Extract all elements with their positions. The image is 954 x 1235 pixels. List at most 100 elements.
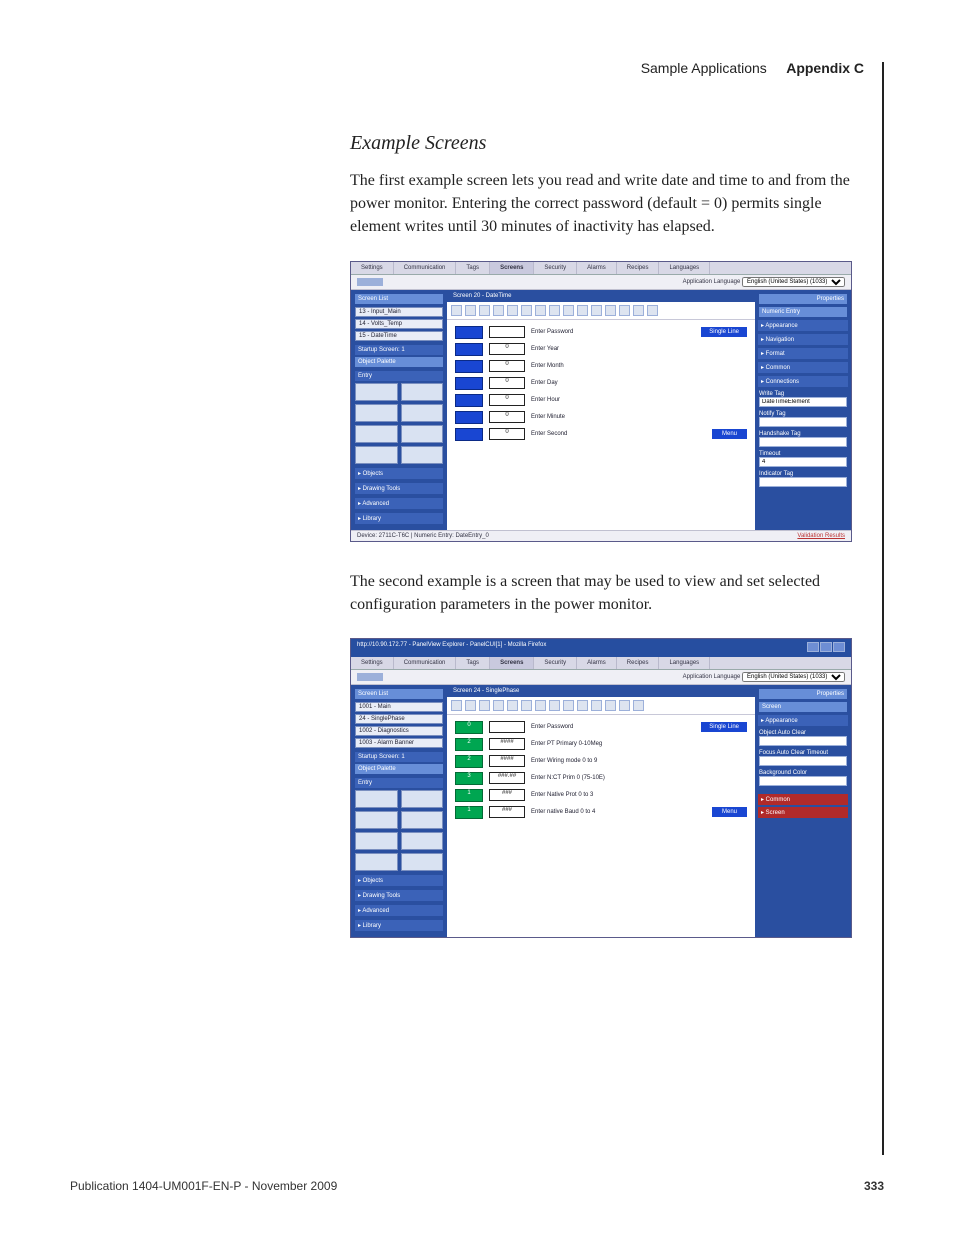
tab-languages[interactable]: Languages [659, 262, 710, 274]
palette-item[interactable] [401, 811, 444, 829]
entry-button[interactable]: 0 [455, 721, 483, 734]
entry-button[interactable]: 3 [455, 772, 483, 785]
prop-input[interactable] [759, 417, 847, 427]
language-select[interactable]: English (United States) (1033) [742, 672, 845, 682]
palette-item[interactable] [401, 383, 444, 401]
entry-button[interactable] [455, 394, 483, 407]
tab-tags[interactable]: Tags [456, 262, 490, 274]
numeric-display[interactable]: #### [489, 738, 525, 750]
category-header[interactable]: ▸ Library [355, 513, 443, 524]
toolbar-icon[interactable] [619, 305, 630, 316]
prop-input[interactable] [759, 477, 847, 487]
numeric-display[interactable]: 0 [489, 428, 525, 440]
toolbar-icon[interactable] [535, 305, 546, 316]
category-header[interactable]: ▸ Library [355, 920, 443, 931]
category-header[interactable]: ▸ Drawing Tools [355, 890, 443, 901]
category-header[interactable]: ▸ Objects [355, 875, 443, 886]
toolbar-icon[interactable] [479, 700, 490, 711]
toolbar-icon[interactable] [521, 305, 532, 316]
tab-settings[interactable]: Settings [351, 262, 394, 274]
entry-button[interactable] [455, 377, 483, 390]
toolbar-icon[interactable] [479, 305, 490, 316]
toolbar-icon[interactable] [465, 305, 476, 316]
menu-button[interactable]: Menu [712, 807, 747, 817]
numeric-display[interactable] [489, 326, 525, 338]
close-icon[interactable] [833, 642, 845, 652]
list-item[interactable]: 1002 - Diagnostics [355, 726, 443, 736]
toolbar-icon[interactable] [591, 305, 602, 316]
prop-category[interactable]: ▸ Appearance [758, 715, 848, 726]
toolbar-icon[interactable] [605, 305, 616, 316]
list-item[interactable]: 1001 - Main [355, 702, 443, 712]
toolbar-icon[interactable] [647, 305, 658, 316]
tab-security[interactable]: Security [534, 262, 577, 274]
prop-category[interactable]: ▸ Navigation [758, 334, 848, 345]
palette-item[interactable] [355, 446, 398, 464]
entry-button[interactable]: 2 [455, 755, 483, 768]
toolbar-icon[interactable] [577, 700, 588, 711]
palette-item[interactable] [355, 832, 398, 850]
toolbar-icon[interactable] [521, 700, 532, 711]
prop-category[interactable]: ▸ Screen [758, 807, 848, 818]
numeric-display[interactable]: 0 [489, 394, 525, 406]
palette-item[interactable] [355, 790, 398, 808]
toolbar-icon[interactable] [507, 700, 518, 711]
palette-item[interactable] [355, 383, 398, 401]
palette-item[interactable] [355, 811, 398, 829]
properties-tab[interactable]: Properties [759, 689, 847, 699]
menu-button[interactable]: Menu [712, 429, 747, 439]
toolbar-icon[interactable] [465, 700, 476, 711]
toolbar-icon[interactable] [591, 700, 602, 711]
palette-item[interactable] [355, 425, 398, 443]
single-line-button[interactable]: Single Line [701, 722, 747, 732]
numeric-display[interactable]: 0 [489, 343, 525, 355]
numeric-display[interactable]: 0 [489, 377, 525, 389]
palette-item[interactable] [401, 425, 444, 443]
numeric-display[interactable]: ###.## [489, 772, 525, 784]
toolbar-icon[interactable] [493, 700, 504, 711]
palette-item[interactable] [355, 853, 398, 871]
properties-tab[interactable]: Properties [759, 294, 847, 304]
prop-input[interactable] [759, 397, 847, 407]
list-item[interactable]: 14 - Volts_Temp [355, 319, 443, 329]
toolbar-icon[interactable] [381, 278, 383, 286]
entry-button[interactable]: 2 [455, 738, 483, 751]
toolbar-icon[interactable] [451, 305, 462, 316]
toolbar-icon[interactable] [605, 700, 616, 711]
toolbar-icon[interactable] [549, 700, 560, 711]
tab-recipes[interactable]: Recipes [617, 657, 660, 669]
list-item[interactable]: 1003 - Alarm Banner [355, 738, 443, 748]
prop-category[interactable]: ▸ Connections [758, 376, 848, 387]
category-header[interactable]: ▸ Advanced [355, 498, 443, 509]
tab-alarms[interactable]: Alarms [577, 262, 617, 274]
prop-category[interactable]: ▸ Format [758, 348, 848, 359]
tab-security[interactable]: Security [534, 657, 577, 669]
toolbar-icon[interactable] [507, 305, 518, 316]
single-line-button[interactable]: Single Line [701, 327, 747, 337]
prop-input[interactable] [759, 457, 847, 467]
tab-screens[interactable]: Screens [490, 262, 534, 274]
palette-item[interactable] [355, 404, 398, 422]
prop-input[interactable] [759, 736, 847, 746]
palette-item[interactable] [401, 404, 444, 422]
entry-button[interactable] [455, 343, 483, 356]
entry-button[interactable] [455, 428, 483, 441]
tab-alarms[interactable]: Alarms [577, 657, 617, 669]
toolbar-icon[interactable] [563, 305, 574, 316]
minimize-icon[interactable] [807, 642, 819, 652]
palette-item[interactable] [401, 832, 444, 850]
numeric-display[interactable]: 0 [489, 360, 525, 372]
category-header[interactable]: ▸ Advanced [355, 905, 443, 916]
toolbar-icon[interactable] [563, 700, 574, 711]
prop-input[interactable] [759, 437, 847, 447]
maximize-icon[interactable] [820, 642, 832, 652]
toolbar-icon[interactable] [619, 700, 630, 711]
palette-item[interactable] [401, 790, 444, 808]
prop-category[interactable]: ▸ Appearance [758, 320, 848, 331]
prop-input[interactable] [759, 756, 847, 766]
tab-settings[interactable]: Settings [351, 657, 394, 669]
list-item[interactable]: 24 - SinglePhase [355, 714, 443, 724]
numeric-display[interactable] [489, 721, 525, 733]
prop-category[interactable]: ▸ Common [758, 794, 848, 805]
palette-item[interactable] [401, 446, 444, 464]
